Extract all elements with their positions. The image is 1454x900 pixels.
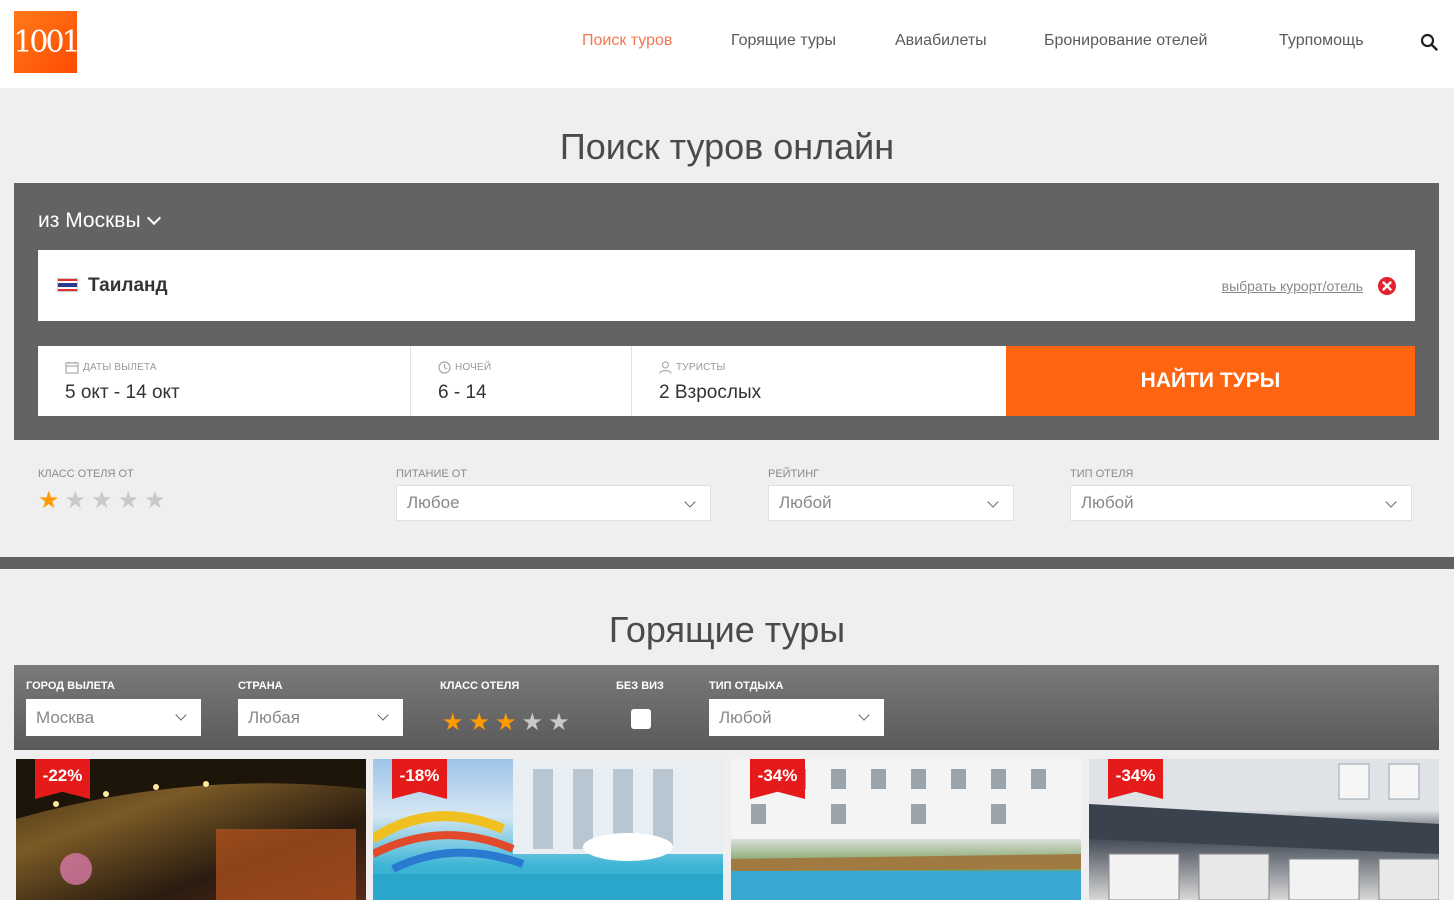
star-icon[interactable]: ★ (65, 489, 87, 513)
star-icon[interactable]: ★ (442, 711, 464, 735)
clear-destination-icon[interactable] (1377, 276, 1397, 296)
search-icon[interactable] (1420, 33, 1438, 51)
tourists-label: Туристы (676, 362, 726, 373)
nights-field[interactable]: Ночей 6 - 14 (410, 346, 631, 416)
nav-hotel-booking[interactable]: Бронирование отелей (1044, 32, 1207, 52)
chevron-down-icon (684, 496, 696, 508)
dates-label: Даты вылета (83, 362, 157, 373)
nights-label-wrap: Ночей (438, 361, 491, 374)
hot-tours-title: Горящие туры (608, 609, 846, 650)
star-icon[interactable]: ★ (469, 711, 491, 735)
nav-flights[interactable]: Авиабилеты (895, 32, 987, 52)
tourists-value: 2 Взрослых (659, 382, 762, 403)
chevron-down-icon (175, 709, 187, 721)
hot-rest-type-select[interactable]: Любой (709, 699, 884, 736)
hot-rest-type-value: Любой (719, 707, 772, 727)
hot-country-select[interactable]: Любая (238, 699, 403, 736)
hotel-class-stars[interactable]: ★ ★ ★ ★ ★ (38, 489, 166, 513)
nights-value: 6 - 14 (438, 382, 487, 403)
hot-hotel-class-stars[interactable]: ★ ★ ★ ★ ★ (442, 711, 570, 735)
search-panel: из Москвы Таиланд выбрать курорт/отель Д… (14, 183, 1439, 440)
nights-label: Ночей (455, 362, 492, 373)
hot-departure-label: Город вылета (26, 680, 115, 692)
rating-select[interactable]: Любой (768, 485, 1014, 521)
find-tours-button[interactable]: НАЙТИ ТУРЫ (1006, 346, 1415, 416)
hot-tour-card[interactable]: -34% (1089, 759, 1439, 900)
thailand-flag-icon (57, 278, 78, 292)
user-icon (659, 361, 672, 374)
clock-icon (438, 361, 451, 374)
hot-hotel-class-label: Класс отеля (440, 680, 520, 692)
hot-rest-type-label: Тип отдыха (709, 680, 784, 692)
hot-tour-card[interactable]: -18% (373, 759, 723, 900)
site-header: 1001 Поиск туров Горящие туры Авиабилеты… (0, 0, 1454, 88)
star-icon[interactable]: ★ (118, 489, 140, 513)
hot-country-value: Любая (248, 707, 300, 727)
tourists-label-wrap: Туристы (659, 361, 726, 374)
dates-value: 5 окт - 14 окт (65, 382, 180, 403)
meal-select-value: Любое (407, 493, 460, 512)
hotel-class-label: Класс отеля от (38, 468, 134, 480)
star-icon[interactable]: ★ (522, 711, 544, 735)
chevron-down-icon (377, 709, 389, 721)
search-params-row: Даты вылета 5 окт - 14 окт Ночей 6 - 14 (38, 346, 1415, 416)
star-icon[interactable]: ★ (495, 711, 517, 735)
site-logo[interactable]: 1001 (13, 11, 81, 73)
choose-resort-link[interactable]: выбрать курорт/отель (1222, 278, 1363, 294)
departure-city-label: из Москвы (38, 209, 141, 232)
hot-tour-card[interactable]: -34% (731, 759, 1081, 900)
rating-select-value: Любой (779, 493, 832, 512)
departure-city-select[interactable]: из Москвы (38, 209, 161, 233)
hotel-type-select-value: Любой (1081, 493, 1134, 512)
search-title: Поиск туров онлайн (559, 126, 895, 167)
hot-country-label: Страна (238, 680, 283, 692)
chevron-down-icon (1385, 496, 1397, 508)
hot-departure-select[interactable]: Москва (26, 699, 201, 736)
destination-field[interactable]: Таиланд выбрать курорт/отель (38, 250, 1415, 321)
chevron-down-icon (987, 496, 999, 508)
chevron-down-icon (858, 709, 870, 721)
tourists-field[interactable]: Туристы 2 Взрослых (631, 346, 1006, 416)
rating-label: Рейтинг (768, 468, 820, 480)
hotel-type-select[interactable]: Любой (1070, 485, 1412, 521)
hotel-type-label: Тип отеля (1070, 468, 1134, 480)
meal-select[interactable]: Любое (396, 485, 711, 521)
hot-tour-card[interactable]: -22% (16, 759, 366, 900)
star-icon[interactable]: ★ (38, 489, 60, 513)
dates-label-wrap: Даты вылета (65, 361, 157, 374)
no-visa-label: Без виз (616, 680, 664, 692)
nav-hot-tours[interactable]: Горящие туры (731, 32, 836, 52)
star-icon[interactable]: ★ (548, 711, 570, 735)
no-visa-checkbox[interactable] (631, 709, 651, 729)
nav-tour-search[interactable]: Поиск туров (582, 32, 672, 52)
hot-departure-value: Москва (36, 707, 95, 727)
nav-travel-help[interactable]: Турпомощь (1279, 32, 1364, 52)
star-icon[interactable]: ★ (91, 489, 113, 513)
meal-label: Питание от (396, 468, 468, 480)
section-divider (0, 557, 1454, 569)
star-icon[interactable]: ★ (144, 489, 166, 513)
dates-field[interactable]: Даты вылета 5 окт - 14 окт (38, 346, 410, 416)
hot-tours-filter-bar: Город вылета Москва Страна Любая Класс о… (14, 665, 1439, 750)
destination-value: Таиланд (88, 275, 168, 296)
chevron-down-icon (146, 210, 161, 226)
calendar-icon (65, 361, 79, 374)
